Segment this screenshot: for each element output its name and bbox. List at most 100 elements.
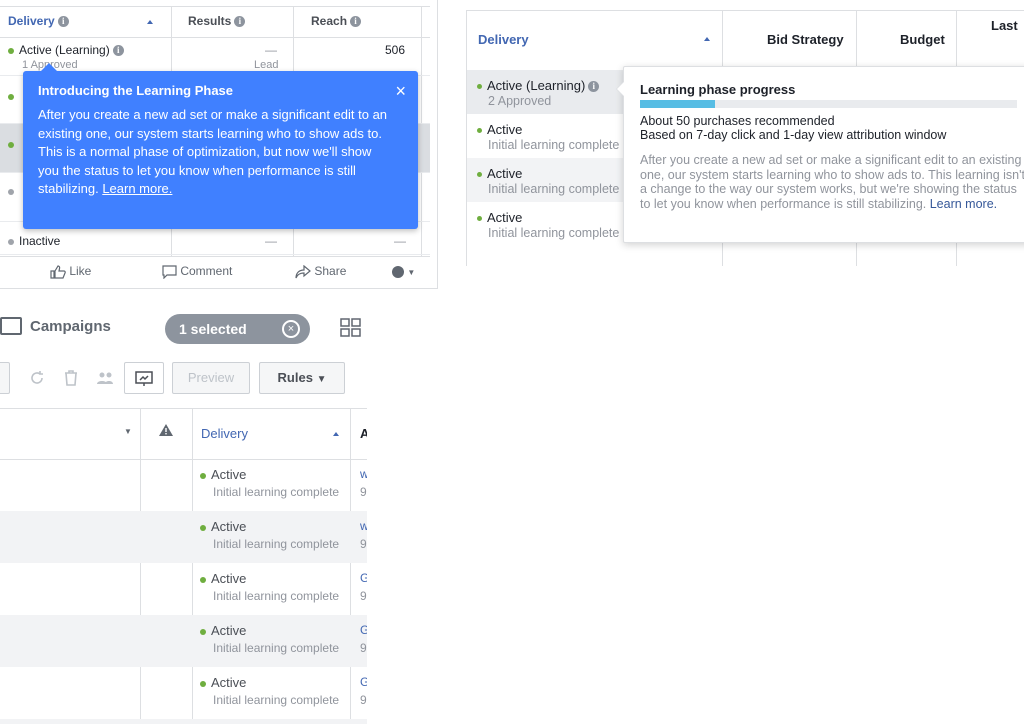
active-status-dot (8, 142, 14, 148)
close-icon[interactable]: × (395, 81, 406, 102)
like-button[interactable]: Like (50, 257, 91, 287)
active-status-dot (477, 172, 482, 178)
results-column-header[interactable]: Results i (188, 7, 246, 37)
toolbar-edge-button[interactable] (0, 362, 10, 394)
active-status-dot (8, 47, 14, 54)
delivery-column-header[interactable]: Delivery i (8, 7, 153, 37)
table-row[interactable]: Active Initial learning complete (467, 114, 627, 158)
status-subtext: Initial learning complete (213, 641, 340, 655)
comment-button[interactable]: Comment (162, 257, 232, 287)
selected-count: 1 selected (179, 321, 247, 337)
delivery-status: Active (477, 122, 522, 137)
tooltip-title: Introducing the Learning Phase (38, 83, 234, 98)
truncated-cell-text: 9 (360, 641, 367, 655)
rules-button[interactable]: Rules ▼ (259, 362, 345, 394)
people-icon (97, 372, 113, 384)
table-row[interactable]: Active Initial learning complete w 9 (0, 459, 367, 511)
sort-ascending-icon[interactable] (704, 37, 710, 41)
learning-progress-fill (640, 100, 716, 108)
status-label: Active (487, 166, 523, 181)
share-button[interactable]: Share (295, 257, 346, 287)
toolbar: Preview Rules ▼ (0, 362, 367, 394)
audience-selector[interactable]: ▼ (392, 257, 415, 287)
delivery-column-header[interactable]: Delivery (201, 426, 248, 441)
status-label: Active (Learning) (19, 43, 110, 57)
sort-ascending-icon[interactable] (146, 19, 153, 24)
delivery-status: Active (200, 519, 246, 534)
info-icon[interactable]: i (588, 81, 600, 93)
rules-label: Rules (277, 370, 313, 385)
status-subtext: 2 Approved (488, 94, 552, 108)
chevron-down-icon: ▼ (407, 268, 416, 277)
next-column-header[interactable]: A (360, 426, 367, 441)
status-label: Active (211, 571, 247, 586)
campaigns-tab[interactable]: Campaigns (0, 317, 111, 336)
results-value: — (265, 43, 277, 57)
table-row[interactable]: Active Initial learning complete (467, 202, 627, 246)
delivery-status: Active (Learning) i (8, 43, 124, 57)
table-row[interactable]: Inactive — — (0, 230, 430, 255)
tooltip-description: After you create a new ad set or make a … (640, 153, 1024, 211)
compare-button[interactable] (124, 362, 164, 394)
grid-view-icon[interactable] (340, 318, 362, 338)
status-label: Active (487, 210, 523, 225)
selection-pill[interactable]: 1 selected × (165, 314, 310, 344)
status-label: Active (487, 122, 523, 137)
learning-progress-bar (640, 100, 1017, 108)
delivery-status: Active (200, 467, 246, 482)
share-icon (295, 264, 311, 279)
results-header-label: Results (188, 14, 232, 28)
truncated-cell-text: 9 (360, 693, 367, 707)
last-significant-edit-column-header[interactable]: Last S (991, 10, 1024, 90)
active-status-dot (200, 524, 206, 531)
status-label: Active (211, 467, 247, 482)
active-status-dot (200, 628, 206, 635)
delete-button[interactable] (56, 362, 86, 392)
learning-intro-panel: Delivery i Results i Reach i Active (Learni… (0, 0, 438, 289)
learn-more-link[interactable]: Learn more. (930, 197, 997, 211)
status-subtext: Initial learning complete (488, 138, 620, 152)
info-icon[interactable]: i (57, 16, 69, 28)
learning-phase-intro-tooltip: Introducing the Learning Phase × After y… (23, 63, 418, 229)
reach-value: — (394, 234, 406, 248)
delivery-header-label: Delivery (8, 14, 55, 28)
learn-more-link[interactable]: Learn more. (102, 181, 172, 196)
warning-icon[interactable] (159, 424, 173, 436)
info-icon[interactable]: i (350, 16, 362, 28)
reach-column-header[interactable]: Reach i (311, 7, 362, 37)
table-row[interactable]: Active Initial learning complete G 9 (0, 667, 367, 719)
delivery-column-header[interactable]: Delivery (478, 11, 529, 70)
info-icon[interactable]: i (112, 45, 124, 57)
table-row[interactable]: Active Initial learning complete G 9 (0, 615, 367, 667)
campaigns-panel: Campaigns 1 selected × Preview Rules ▼ ▼ (0, 304, 367, 724)
truncated-cell-text: 9 (360, 485, 367, 499)
table-row[interactable]: Active Initial learning complete G 9 (0, 563, 367, 615)
trash-icon (65, 369, 77, 386)
table-row[interactable]: Active Initial learning complete w 9 (0, 511, 367, 563)
table-row-selected[interactable]: Active (Learning) i 2 Approved (467, 70, 627, 114)
active-status-dot (477, 128, 482, 134)
table-row[interactable]: Active Initial learning complete (467, 158, 627, 202)
truncated-cell-text: 9 (360, 589, 367, 603)
column-dropdown-icon[interactable]: ▼ (124, 427, 132, 436)
clear-selection-icon[interactable]: × (282, 320, 300, 338)
sort-ascending-icon[interactable] (333, 432, 339, 436)
refresh-icon (31, 370, 43, 384)
post-action-bar: Like Comment Share ▼ (0, 256, 430, 287)
audience-button[interactable] (90, 362, 120, 392)
bid-strategy-column-header[interactable]: Bid Strategy (767, 11, 844, 70)
refresh-button[interactable] (20, 362, 54, 392)
info-icon[interactable]: i (234, 16, 246, 28)
budget-column-header[interactable]: Budget (900, 11, 945, 70)
table-header: Delivery Bid Strategy Budget Last S (467, 10, 1024, 90)
table-row[interactable] (0, 719, 367, 724)
checked-folder-icon (0, 317, 22, 336)
purchases-recommended-text: About 50 purchases recommended (640, 114, 835, 128)
reach-value: 506 (385, 43, 406, 57)
share-label: Share (314, 264, 347, 278)
learning-progress-panel: Delivery Bid Strategy Budget Last S Acti… (466, 10, 1024, 266)
delivery-status: Active (Learning) i (477, 78, 600, 93)
preview-button[interactable]: Preview (172, 362, 250, 394)
status-label: Active (211, 623, 247, 638)
attribution-window-text: Based on 7-day click and 1-day view attr… (640, 128, 947, 142)
